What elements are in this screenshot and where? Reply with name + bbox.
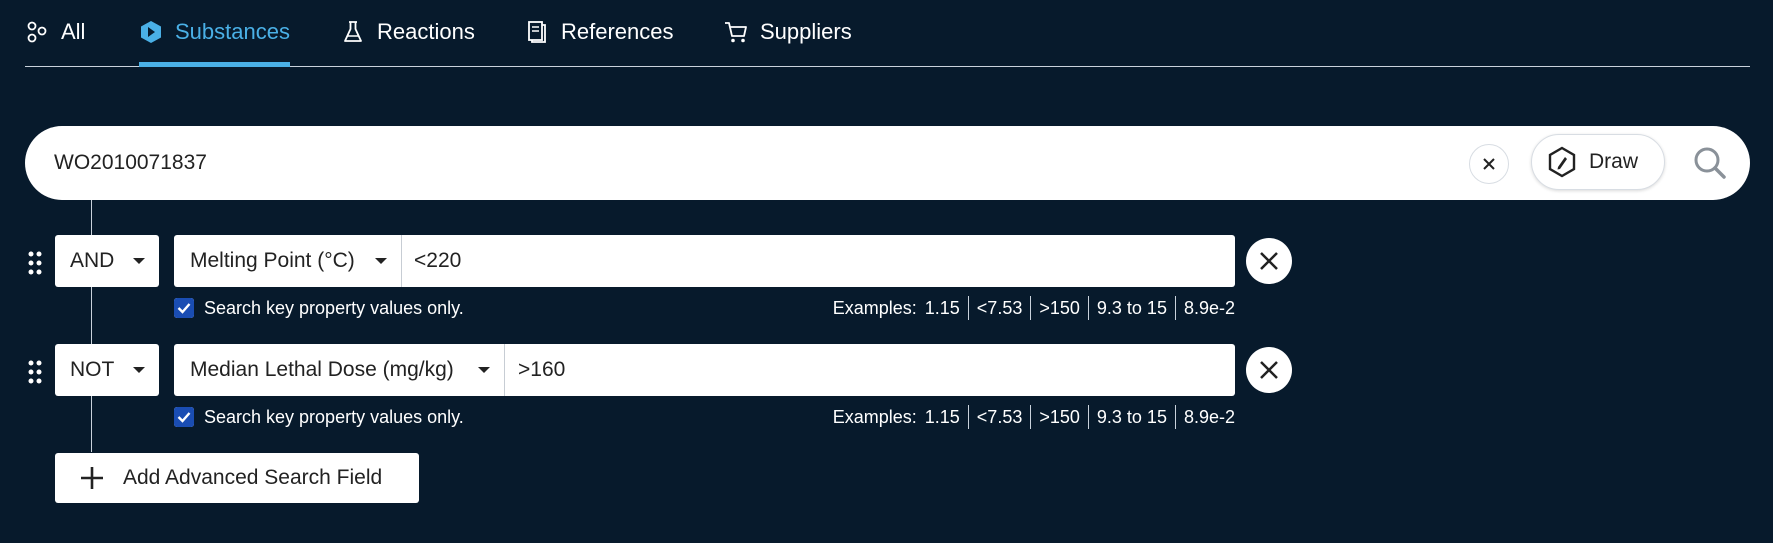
draw-structure-button[interactable]: Draw [1531,134,1665,190]
close-icon [1483,158,1495,170]
property-value-input[interactable]: >160 [518,344,565,396]
example-value: >150 [1030,405,1088,429]
flask-icon [341,18,365,46]
examples-hint: Examples: 1.15 <7.53 >150 9.3 to 15 8.9e… [833,404,1235,430]
drag-handle-icon[interactable] [28,360,48,386]
advanced-search-row: AND Melting Point (°C) <220 Search key p… [0,235,1773,335]
remove-row-button[interactable] [1246,238,1292,284]
tab-suppliers-label: Suppliers [760,19,852,44]
substance-hexagon-icon [139,18,163,46]
draw-hexagon-pencil-icon [1548,146,1576,178]
search-submit-button[interactable] [1690,143,1730,183]
example-value: <7.53 [967,296,1031,320]
drag-handle-icon[interactable] [28,251,48,277]
tab-references[interactable]: References [525,18,674,66]
key-property-checkbox-row[interactable]: Search key property values only. [174,295,464,321]
add-advanced-search-field-button[interactable]: Add Advanced Search Field [55,453,419,503]
operator-value: AND [70,249,115,272]
remove-row-button[interactable] [1246,347,1292,393]
checkmark-icon [174,407,194,427]
example-value: >150 [1030,296,1088,320]
example-value: 9.3 to 15 [1087,405,1175,429]
search-icon [1694,147,1726,179]
operator-select[interactable]: NOT [55,344,159,396]
search-bar: WO2010071837 Draw [25,126,1750,200]
tab-reactions[interactable]: Reactions [341,18,475,66]
document-icon [525,18,549,46]
checkbox-label: Search key property values only. [204,406,464,427]
operator-value: NOT [70,358,115,381]
close-icon [1260,361,1278,379]
property-field: Median Lethal Dose (mg/kg) >160 [174,344,1235,396]
property-field: Melting Point (°C) <220 [174,235,1235,287]
key-property-checkbox-row[interactable]: Search key property values only. [174,404,464,430]
tab-all[interactable]: All [25,18,85,66]
property-value: Melting Point (°C) [190,249,355,272]
examples-label: Examples: [832,406,917,427]
example-value: <7.53 [967,405,1031,429]
example-value: 1.15 [924,298,960,318]
caret-down-icon [478,367,490,373]
caret-down-icon [133,258,145,264]
cart-icon [724,18,748,46]
checkbox-label: Search key property values only. [204,297,464,318]
caret-down-icon [133,367,145,373]
tab-references-label: References [561,19,674,44]
property-value-input[interactable]: <220 [414,235,461,287]
caret-down-icon [375,258,387,264]
close-icon [1260,252,1278,270]
draw-label: Draw [1589,150,1639,173]
tab-substances-label: Substances [175,19,290,44]
checkmark-icon [174,298,194,318]
property-select[interactable]: Median Lethal Dose (mg/kg) [174,344,505,396]
search-type-tabs: All Substances Reactions References Supp… [25,0,1750,67]
advanced-search-row: NOT Median Lethal Dose (mg/kg) >160 Sear… [0,344,1773,444]
clear-search-button[interactable] [1469,144,1509,184]
tab-reactions-label: Reactions [377,19,475,44]
tab-suppliers[interactable]: Suppliers [724,18,852,66]
operator-select[interactable]: AND [55,235,159,287]
plus-icon [81,467,103,489]
property-value: Median Lethal Dose (mg/kg) [190,358,454,381]
example-value: 9.3 to 15 [1087,296,1175,320]
example-value: 8.9e-2 [1174,296,1235,320]
search-input[interactable]: WO2010071837 [54,148,207,178]
add-field-label: Add Advanced Search Field [123,466,383,489]
checkbox[interactable] [174,407,194,427]
all-icon [25,18,49,46]
tab-substances[interactable]: Substances [139,18,290,67]
examples-hint: Examples: 1.15 <7.53 >150 9.3 to 15 8.9e… [833,295,1235,321]
example-value: 1.15 [924,407,960,427]
tab-all-label: All [61,19,86,44]
examples-label: Examples: [832,297,917,318]
checkbox[interactable] [174,298,194,318]
example-value: 8.9e-2 [1174,405,1235,429]
property-select[interactable]: Melting Point (°C) [174,235,402,287]
